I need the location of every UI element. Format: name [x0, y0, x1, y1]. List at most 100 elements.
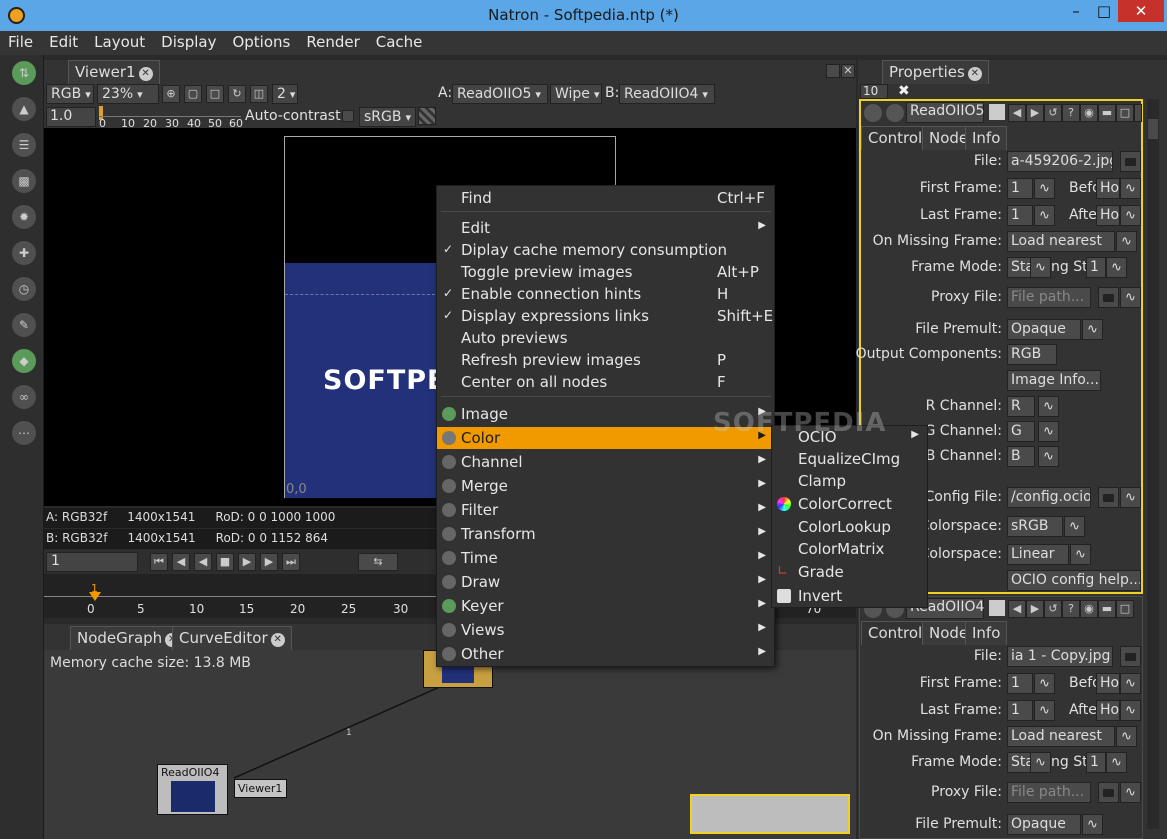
tab-curveeditor[interactable]: CurveEditor ✕ [172, 626, 292, 650]
close-panel-icon[interactable]: ✕ [841, 64, 855, 78]
last-frame-field[interactable]: 1 [1007, 205, 1033, 226]
refresh-icon[interactable]: ↻ [228, 85, 246, 103]
menu-item-time[interactable]: Time ▶ [437, 547, 774, 569]
input-a-combo[interactable]: ReadOIIO5 [452, 84, 548, 104]
channels-combo[interactable]: RGB [46, 84, 94, 104]
curve-icon[interactable]: ∿ [1034, 205, 1055, 226]
time-tool-icon[interactable]: ◷ [12, 277, 36, 301]
hide-icon[interactable]: ◉ [1080, 104, 1098, 122]
frame-mode-number[interactable]: 1 [1086, 752, 1106, 773]
node-name-field[interactable]: ReadOIIO5 [906, 102, 984, 123]
curve-icon[interactable]: ∿ [1116, 726, 1137, 747]
curve-icon[interactable]: ∿ [1034, 673, 1055, 694]
first-frame-icon[interactable]: ⏮ [150, 553, 168, 571]
menu-item-center-nodes[interactable]: Center on all nodes F [437, 371, 774, 393]
menu-render[interactable]: Render [298, 31, 367, 53]
tab-properties[interactable]: Properties ✕ [882, 60, 989, 84]
viewer-colorspace-combo[interactable]: sRGB [359, 107, 416, 127]
submenu-item-colorlookup[interactable]: ColorLookup [772, 516, 927, 538]
settings-icon[interactable] [886, 104, 904, 122]
curve-icon[interactable]: ∿ [1106, 752, 1127, 773]
nodegraph-canvas[interactable]: Memory cache size: 13.8 MB 1 SOFTPEDIA R… [44, 650, 856, 839]
frame-mode-number[interactable]: 1 [1086, 257, 1106, 278]
keyer-tool-icon[interactable]: ◆ [12, 349, 36, 373]
minimize-panel-icon[interactable]: ▬ [1098, 104, 1116, 122]
menu-display[interactable]: Display [153, 31, 224, 53]
subsample-combo[interactable]: 2 [272, 84, 298, 104]
menu-item-draw[interactable]: Draw ▶ [437, 571, 774, 593]
curve-icon[interactable]: ∿ [1120, 673, 1141, 694]
on-missing-combo[interactable]: Load nearest [1007, 726, 1115, 747]
hide-icon[interactable]: ◉ [1080, 600, 1098, 618]
zoom-combo[interactable]: 23% [97, 84, 159, 104]
tab-nodegraph[interactable]: NodeGraph✕ [70, 626, 187, 650]
menu-item-channel[interactable]: Channel ▶ [437, 451, 774, 473]
curve-icon[interactable]: ∿ [1120, 287, 1141, 308]
curve-icon[interactable]: ∿ [1070, 544, 1091, 565]
first-frame-field[interactable]: 1 [1007, 673, 1033, 694]
merge-tool-icon[interactable]: ▩ [12, 169, 36, 193]
views-tool-icon[interactable]: ∞ [12, 385, 36, 409]
menu-edit[interactable]: Edit [41, 31, 86, 53]
node-readoiio4[interactable]: ReadOIIO4 [157, 764, 228, 815]
curve-icon[interactable]: ∿ [1030, 257, 1051, 278]
curve-icon[interactable]: ∿ [1034, 700, 1055, 721]
checkerboard-icon[interactable] [418, 107, 436, 125]
folder-icon[interactable] [1120, 151, 1141, 172]
curve-icon[interactable]: ∿ [1082, 319, 1103, 340]
input-colorspace-combo[interactable]: sRGB [1007, 516, 1063, 537]
on-missing-combo[interactable]: Load nearest [1007, 231, 1115, 252]
menu-item-find[interactable]: Find Ctrl+F [437, 187, 774, 209]
submenu-item-colormatrix[interactable]: ColorMatrix [772, 538, 927, 560]
float-panel-icon[interactable] [826, 64, 840, 78]
frame-mode-combo[interactable]: Sta [1007, 257, 1031, 278]
next-frame-icon[interactable]: ▶ [260, 553, 278, 571]
g-channel-combo[interactable]: G [1007, 421, 1035, 442]
curve-icon[interactable]: ∿ [1116, 231, 1137, 252]
curve-icon[interactable]: ∿ [1038, 396, 1059, 417]
output-components-combo[interactable]: RGB [1007, 344, 1057, 365]
image-tool-icon[interactable]: ⇅ [12, 61, 36, 85]
auto-contrast-checkbox[interactable] [342, 110, 354, 122]
max-panels-field[interactable]: 10 [860, 84, 888, 99]
curve-icon[interactable]: ∿ [1030, 752, 1051, 773]
node-color-swatch[interactable] [989, 600, 1005, 616]
play-forward-icon[interactable]: ▶ [238, 553, 256, 571]
curve-icon[interactable]: ∿ [1120, 205, 1141, 226]
premult-combo[interactable]: Opaque [1007, 814, 1081, 835]
restore-defaults-icon[interactable]: ↺ [1044, 600, 1062, 618]
wipe-combo[interactable]: Wipe [550, 84, 602, 104]
menu-item-merge[interactable]: Merge ▶ [437, 475, 774, 497]
input-b-combo[interactable]: ReadOIIO4 [619, 84, 715, 104]
region-icon[interactable]: ▢ [184, 85, 202, 103]
folder-icon[interactable] [1098, 782, 1119, 803]
curve-icon[interactable]: ∿ [1034, 178, 1055, 199]
restore-defaults-icon[interactable]: ↺ [1044, 104, 1062, 122]
node-color-swatch[interactable] [989, 104, 1005, 120]
zoom-in-icon[interactable]: ⊕ [162, 85, 180, 103]
before-combo[interactable]: Ho [1096, 673, 1120, 694]
curve-icon[interactable]: ∿ [1120, 782, 1141, 803]
frame-mode-combo[interactable]: Sta [1007, 752, 1031, 773]
proxy-field[interactable]: File path... [1007, 782, 1091, 803]
undo-icon[interactable]: ◀ [1008, 104, 1026, 122]
clear-panels-icon[interactable]: ✖ [898, 83, 910, 99]
menu-item-filter[interactable]: Filter ▶ [437, 499, 774, 521]
folder-icon[interactable] [1098, 487, 1119, 508]
menu-file[interactable]: File [0, 31, 41, 53]
navigator-minimap[interactable] [690, 794, 850, 834]
curve-icon[interactable]: ∿ [1106, 257, 1127, 278]
before-combo[interactable]: Ho [1096, 178, 1120, 199]
folder-icon[interactable] [1120, 646, 1141, 667]
ocio-help-button[interactable]: OCIO config help... [1007, 570, 1141, 591]
curve-icon[interactable]: ∿ [1120, 487, 1141, 508]
menu-item-auto-previews[interactable]: Auto previews [437, 327, 774, 349]
properties-scrollbar[interactable] [1147, 99, 1159, 829]
prev-frame-icon[interactable]: ◀ [172, 553, 190, 571]
gain-field[interactable]: 1.0 [46, 107, 96, 127]
close-tab-icon[interactable]: ✕ [138, 67, 153, 81]
stop-icon[interactable]: ■ [216, 553, 234, 571]
draw-tool-icon[interactable]: ✎ [12, 313, 36, 337]
config-file-field[interactable]: /config.ocio [1007, 487, 1091, 508]
split-icon[interactable]: ◫ [250, 85, 268, 103]
